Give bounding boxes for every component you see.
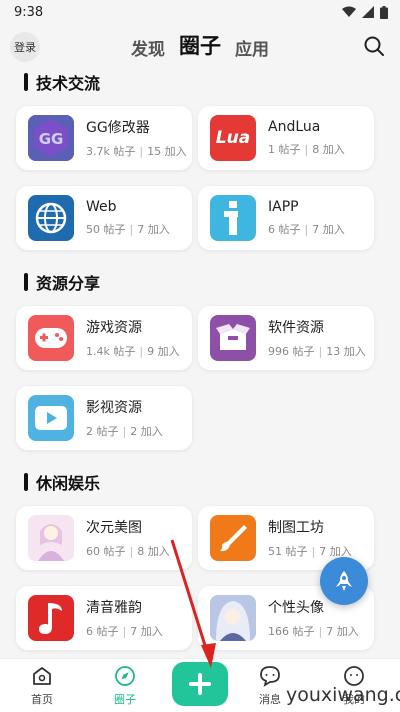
circle-stats: 1.4k 帖子 | 9 加入 (86, 345, 180, 358)
circle-name: GG修改器 (86, 120, 150, 136)
post-count: 1.4k 帖子 (86, 345, 136, 358)
circle-card-iapp[interactable]: IAPP 6 帖子 | 7 加入 (198, 186, 374, 250)
circle-card-video-resources[interactable]: 影视资源 2 帖子 | 2 加入 (16, 386, 192, 450)
compass-icon (115, 666, 135, 686)
battery-icon (380, 5, 388, 19)
avatar-image-icon (210, 595, 256, 641)
circle-stats: 166 帖子 | 7 加入 (268, 625, 359, 638)
join-count: 7 加入 (130, 625, 163, 638)
join-count: 7 加入 (319, 545, 352, 558)
plus-icon (189, 673, 211, 695)
circle-card-andlua[interactable]: Lua AndLua 1 帖子 | 8 加入 (198, 106, 374, 170)
post-count: 166 帖子 (268, 625, 315, 638)
circle-card-anime-pics[interactable]: 次元美图 60 帖子 | 8 加入 (16, 506, 192, 570)
box-icon (210, 315, 256, 361)
nav-label: 圈子 (114, 693, 136, 706)
circle-name: 游戏资源 (86, 320, 142, 336)
join-count: 13 加入 (326, 345, 366, 358)
circle-name: AndLua (268, 119, 321, 135)
join-count: 15 加入 (147, 145, 187, 158)
section-bar (24, 273, 28, 291)
iapp-icon (210, 195, 256, 241)
post-count: 51 帖子 (268, 545, 308, 558)
gamepad-icon (28, 315, 74, 361)
nav-label: 消息 (259, 693, 281, 706)
post-count: 1 帖子 (268, 143, 301, 156)
join-count: 8 加入 (137, 545, 170, 558)
join-count: 7 加入 (326, 625, 359, 638)
join-count: 9 加入 (147, 345, 180, 358)
section-bar (24, 73, 28, 91)
circle-name: 软件资源 (268, 320, 324, 336)
circle-name: Web (86, 199, 117, 215)
post-count: 6 帖子 (268, 223, 301, 236)
tab-apps[interactable]: 应用 (235, 35, 269, 60)
status-time: 9:38 (14, 4, 44, 20)
app-screen: 9:38 登录 发现 圈子 应用 技术交流 GG GG修改器 3.7k 帖子 |… (0, 0, 400, 712)
search-icon[interactable] (362, 34, 386, 58)
top-bar: 登录 发现 圈子 应用 (0, 26, 400, 66)
rocket-icon (336, 571, 352, 591)
join-count: 8 加入 (312, 143, 345, 156)
circle-name: 次元美图 (86, 520, 142, 536)
circle-stats: 2 帖子 | 2 加入 (86, 425, 163, 438)
home-icon (33, 667, 51, 685)
tab-discover[interactable]: 发现 (131, 35, 165, 60)
section-title-leisure: 休闲娱乐 (24, 470, 100, 494)
brush-icon (210, 515, 256, 561)
create-post-button[interactable] (172, 662, 228, 706)
tab-circles[interactable]: 圈子 (179, 30, 221, 60)
watermark-text: youxiwang.cn (286, 684, 400, 706)
section-title-resources: 资源分享 (24, 270, 100, 294)
nav-label: 首页 (31, 693, 53, 706)
circle-stats: 3.7k 帖子 | 15 加入 (86, 145, 187, 158)
globe-icon (28, 195, 74, 241)
circle-card-game-resources[interactable]: 游戏资源 1.4k 帖子 | 9 加入 (16, 306, 192, 370)
post-count: 6 帖子 (86, 625, 119, 638)
svg-text:GG: GG (39, 130, 64, 148)
signal-icon (362, 6, 374, 18)
join-count: 7 加入 (137, 223, 170, 236)
section-title-tech: 技术交流 (24, 70, 100, 94)
circle-stats: 60 帖子 | 8 加入 (86, 545, 170, 558)
nav-circles[interactable]: 圈子 (95, 665, 155, 707)
post-count: 60 帖子 (86, 545, 126, 558)
andlua-icon: Lua (210, 115, 256, 161)
section-title-text: 休闲娱乐 (36, 474, 101, 493)
join-count: 7 加入 (312, 223, 345, 236)
music-note-icon (28, 595, 74, 641)
circle-stats: 50 帖子 | 7 加入 (86, 223, 170, 236)
circle-stats: 1 帖子 | 8 加入 (268, 143, 345, 156)
post-count: 2 帖子 (86, 425, 119, 438)
circle-card-web[interactable]: Web 50 帖子 | 7 加入 (16, 186, 192, 250)
anime-girl-icon (28, 515, 74, 561)
circle-name: 制图工坊 (268, 520, 324, 536)
status-icons (342, 5, 388, 19)
circle-card-gg[interactable]: GG GG修改器 3.7k 帖子 | 15 加入 (16, 106, 192, 170)
status-bar: 9:38 (0, 0, 400, 24)
section-bar (24, 473, 28, 491)
gg-modifier-icon: GG (28, 115, 74, 161)
rocket-fab-button[interactable] (320, 557, 368, 605)
play-video-icon (28, 395, 74, 441)
join-count: 2 加入 (130, 425, 163, 438)
nav-home[interactable]: 首页 (12, 665, 72, 707)
post-count: 50 帖子 (86, 223, 126, 236)
circle-name: 清音雅韵 (86, 600, 142, 616)
wifi-icon (342, 6, 356, 17)
section-title-text: 技术交流 (36, 74, 101, 93)
post-count: 3.7k 帖子 (86, 145, 136, 158)
circle-name: IAPP (268, 199, 299, 215)
circle-card-music[interactable]: 清音雅韵 6 帖子 | 7 加入 (16, 586, 192, 650)
post-count: 996 帖子 (268, 345, 315, 358)
circle-stats: 996 帖子 | 13 加入 (268, 345, 366, 358)
circle-card-software-resources[interactable]: 软件资源 996 帖子 | 13 加入 (198, 306, 374, 370)
message-icon (260, 666, 280, 687)
circle-stats: 6 帖子 | 7 加入 (86, 625, 163, 638)
circle-name: 影视资源 (86, 400, 142, 416)
header-tabs: 发现 圈子 应用 (0, 30, 400, 60)
section-title-text: 资源分享 (36, 274, 101, 293)
circle-stats: 6 帖子 | 7 加入 (268, 223, 345, 236)
